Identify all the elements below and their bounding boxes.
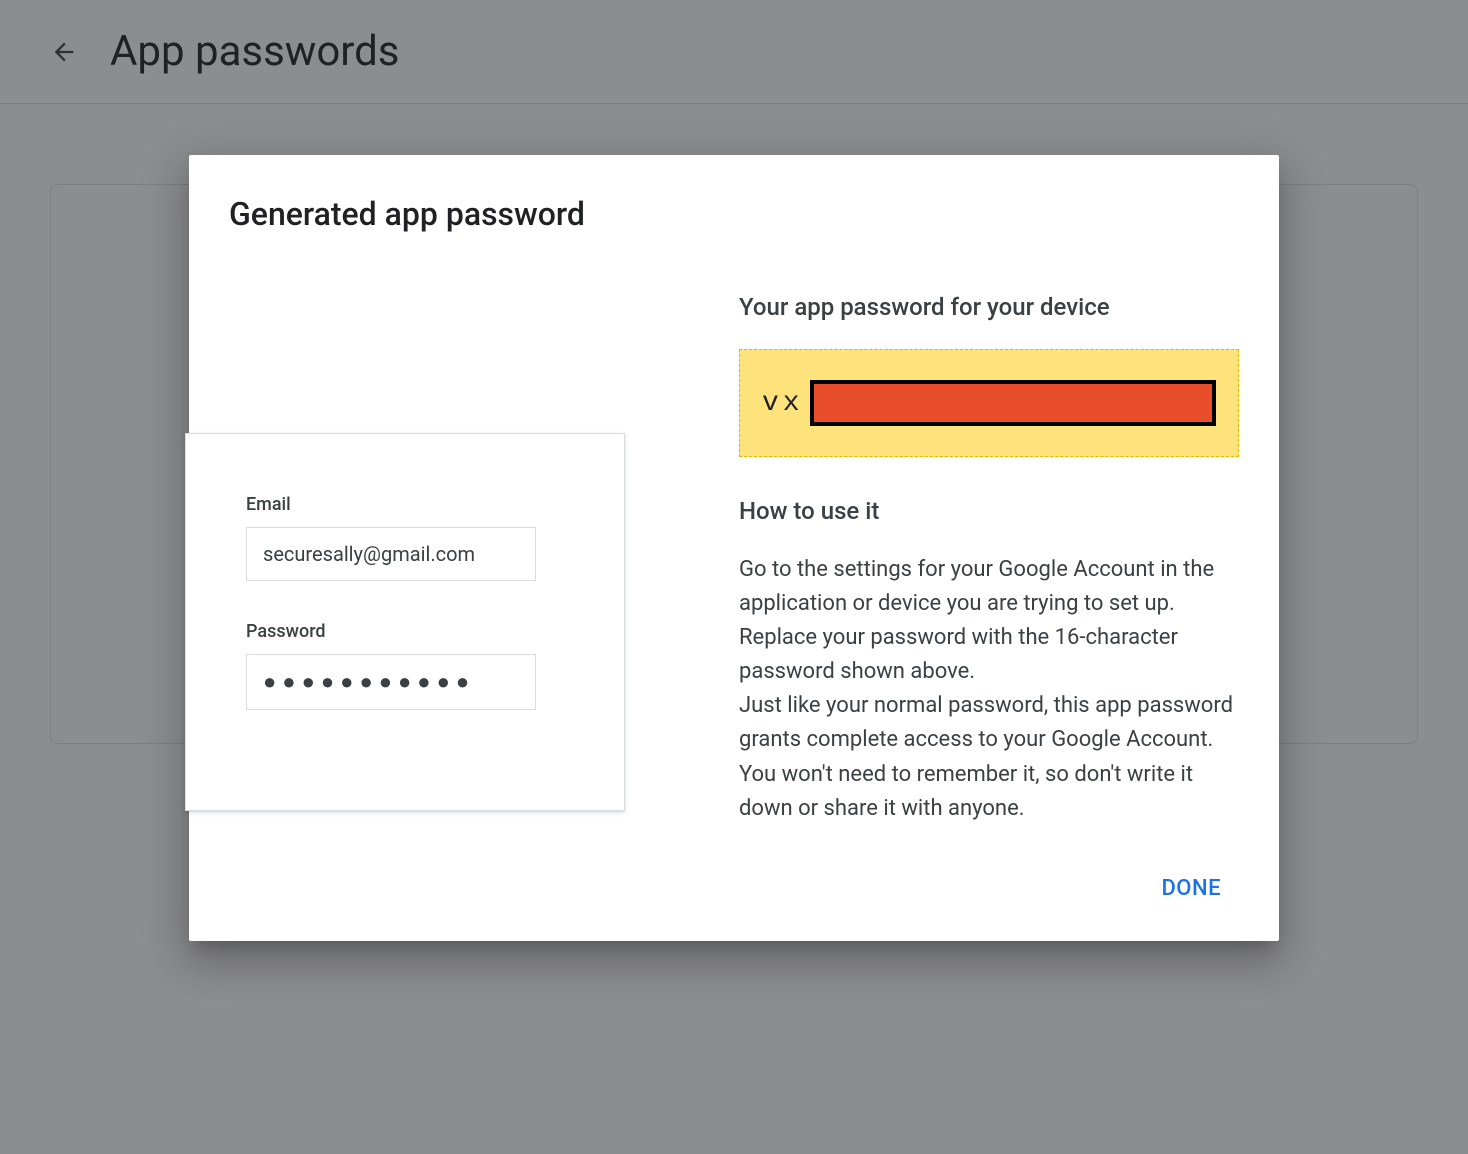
instructions-column: Your app password for your device vx How… [739, 293, 1239, 826]
password-redaction-block [810, 380, 1216, 426]
email-illustration-value: securesally@gmail.com [246, 527, 536, 581]
generated-password-modal: Generated app password Email securesally… [189, 155, 1279, 941]
device-password-heading: Your app password for your device [739, 293, 1239, 321]
login-illustration-card: Email securesally@gmail.com Password ●●●… [185, 433, 625, 811]
generated-password-box[interactable]: vx [739, 349, 1239, 457]
instructions-text: Go to the settings for your Google Accou… [739, 553, 1239, 826]
how-to-use-heading: How to use it [739, 497, 1239, 525]
modal-title: Generated app password [229, 195, 1239, 233]
instructions-paragraph-1: Go to the settings for your Google Accou… [739, 557, 1214, 684]
modal-overlay: Generated app password Email securesally… [0, 0, 1468, 1154]
password-label: Password [246, 621, 564, 642]
illustration-column: Email securesally@gmail.com Password ●●●… [229, 293, 679, 826]
modal-body: Email securesally@gmail.com Password ●●●… [229, 293, 1239, 826]
modal-actions: DONE [229, 866, 1239, 911]
password-visible-prefix: vx [762, 388, 804, 419]
password-illustration-value: ●●●●●●●●●●● [246, 654, 536, 710]
instructions-paragraph-2: Just like your normal password, this app… [739, 693, 1233, 820]
done-button[interactable]: DONE [1143, 866, 1239, 911]
email-label: Email [246, 494, 564, 515]
